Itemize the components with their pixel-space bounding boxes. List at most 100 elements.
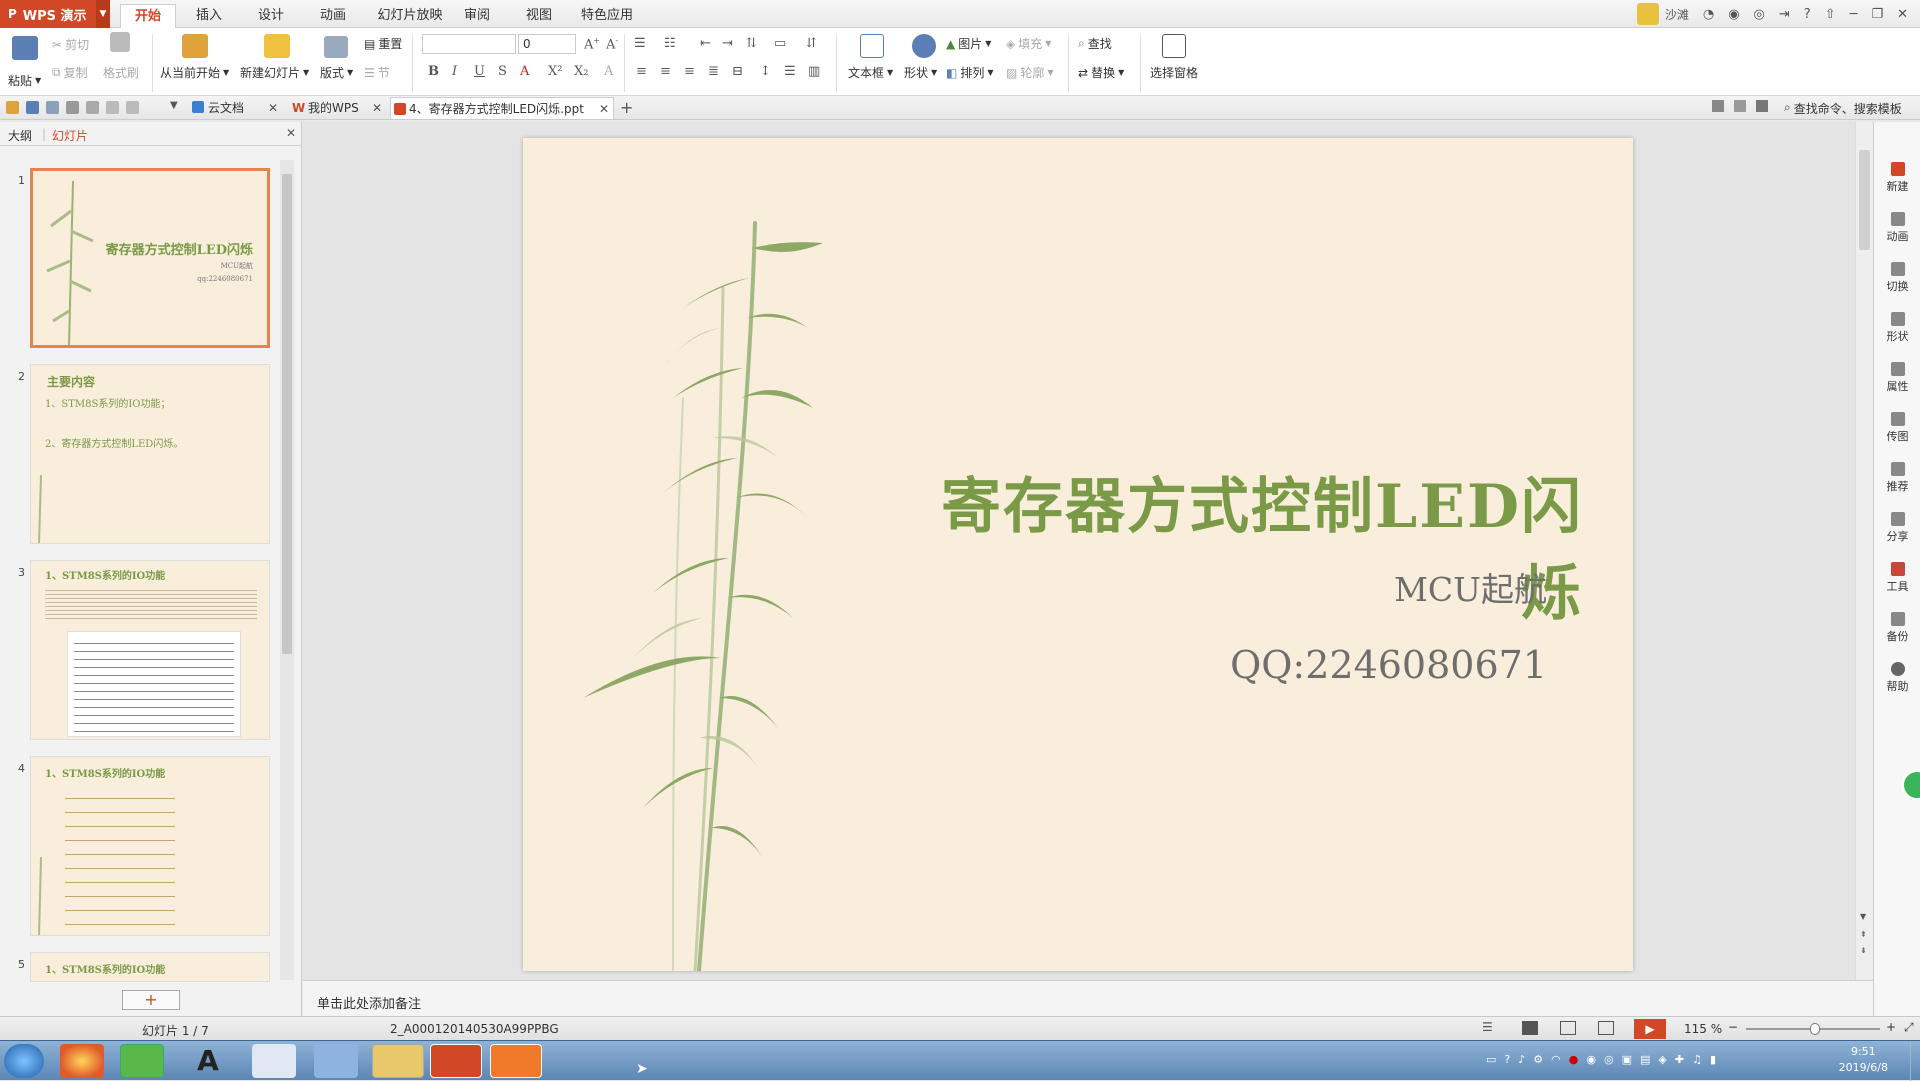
- tab-slideshow[interactable]: 幻灯片放映: [370, 4, 450, 28]
- replace-button[interactable]: ⇄ 替换 ▼: [1078, 64, 1124, 81]
- ribbon-collapse-icon[interactable]: ⇧: [1825, 7, 1836, 22]
- customize-dropdown-icon[interactable]: ▼: [170, 100, 178, 111]
- chevron-down-icon[interactable]: ▼: [96, 0, 110, 28]
- slide-qq[interactable]: QQ:2246080671: [1230, 643, 1547, 687]
- selection-pane-icon[interactable]: [1162, 34, 1186, 58]
- paragraph-spacing-icon[interactable]: ☰: [784, 64, 796, 79]
- taskbar-app-1-icon[interactable]: [60, 1044, 104, 1078]
- taskbar-font-app-icon[interactable]: A: [186, 1044, 230, 1078]
- reading-view-icon[interactable]: [1598, 1021, 1614, 1035]
- tab-review[interactable]: 审阅: [454, 4, 500, 28]
- close-icon[interactable]: ✕: [268, 97, 278, 119]
- textbox-button[interactable]: 文本框 ▼: [848, 64, 893, 81]
- add-slide-button[interactable]: +: [122, 990, 180, 1010]
- save-icon[interactable]: [26, 101, 39, 114]
- prev-slide-icon[interactable]: ⇞: [1860, 930, 1867, 939]
- fit-window-icon[interactable]: ⤢: [1904, 1020, 1914, 1035]
- clock[interactable]: 9:51 2019/6/8: [1839, 1044, 1888, 1076]
- open-icon[interactable]: [6, 101, 19, 114]
- taskbar-bird-app-icon[interactable]: [314, 1044, 358, 1078]
- normal-view-icon[interactable]: [1522, 1021, 1538, 1035]
- tab-animation[interactable]: 动画: [310, 4, 356, 28]
- tab-insert[interactable]: 插入: [186, 4, 232, 28]
- from-current-button[interactable]: 从当前开始 ▼: [160, 64, 229, 81]
- line-spacing-icon[interactable]: ↕: [760, 64, 771, 79]
- scroll-down-icon[interactable]: ▼: [1860, 912, 1866, 921]
- redo-icon[interactable]: [126, 101, 139, 114]
- align-right-icon[interactable]: ≡: [684, 64, 695, 79]
- shadow-icon[interactable]: S: [498, 64, 507, 79]
- right-upload-image-button[interactable]: 传图: [1874, 412, 1920, 444]
- slide-thumbnail-5[interactable]: 1、STM8S系列的IO功能: [30, 952, 270, 982]
- cart-icon[interactable]: [1756, 100, 1768, 112]
- columns-icon[interactable]: ▥: [808, 64, 820, 79]
- superscript-icon[interactable]: X²: [548, 64, 562, 79]
- show-desktop-button[interactable]: [1910, 1041, 1920, 1081]
- preview-icon[interactable]: [86, 101, 99, 114]
- picture-button[interactable]: ▲ 图片 ▼: [946, 35, 991, 52]
- right-animation-button[interactable]: 动画: [1874, 212, 1920, 244]
- bold-icon[interactable]: B: [428, 64, 439, 79]
- right-transition-button[interactable]: 切换: [1874, 262, 1920, 294]
- zoom-slider[interactable]: [1746, 1023, 1880, 1035]
- cut-button[interactable]: ✂ 剪切: [52, 36, 89, 53]
- slide-thumbnail-4[interactable]: 1、STM8S系列的IO功能: [30, 756, 270, 936]
- close-icon[interactable]: ✕: [1897, 7, 1908, 22]
- align-left-icon[interactable]: ≡: [636, 64, 647, 79]
- volume-icon[interactable]: ♫: [1692, 1053, 1702, 1066]
- export-icon[interactable]: [46, 101, 59, 114]
- zoom-level[interactable]: 115 %: [1684, 1022, 1722, 1036]
- textbox-icon[interactable]: [860, 34, 884, 58]
- app-menu-button[interactable]: P WPS 演示 ▼: [0, 0, 110, 28]
- floating-badge-icon[interactable]: [1902, 770, 1920, 800]
- help-tray-icon[interactable]: ?: [1504, 1053, 1510, 1066]
- font-size-select[interactable]: 0: [518, 34, 576, 54]
- cloud-sync-icon[interactable]: ◉: [1728, 7, 1739, 22]
- font-color-icon[interactable]: A: [520, 64, 529, 79]
- copy-button[interactable]: ⧉ 复制: [52, 64, 88, 81]
- close-icon[interactable]: ✕: [599, 98, 609, 120]
- close-icon[interactable]: ✕: [286, 126, 296, 140]
- record-icon[interactable]: ●: [1569, 1053, 1579, 1066]
- layout-icon[interactable]: [324, 36, 348, 58]
- start-button[interactable]: [4, 1044, 44, 1078]
- layout-button[interactable]: 版式 ▼: [320, 64, 353, 81]
- slide-thumbnail-2[interactable]: 主要内容 1、STM8S系列的IO功能； 2、寄存器方式控制LED闪烁。: [30, 364, 270, 544]
- subscript-icon[interactable]: X₂: [574, 64, 588, 79]
- right-backup-button[interactable]: 备份: [1874, 612, 1920, 644]
- play-from-current-icon[interactable]: [182, 34, 208, 58]
- align-center-icon[interactable]: ≡: [660, 64, 671, 79]
- restore-icon[interactable]: ❐: [1871, 7, 1883, 22]
- signal-icon[interactable]: ▮: [1710, 1053, 1716, 1066]
- minimize-icon[interactable]: ─: [1850, 7, 1858, 22]
- play-slideshow-icon[interactable]: ▶: [1634, 1019, 1666, 1039]
- scroll-thumb[interactable]: [282, 174, 292, 654]
- notes-toggle-icon[interactable]: ☰: [1482, 1020, 1493, 1034]
- paste-button[interactable]: 粘贴 ▼: [8, 72, 41, 89]
- settings-tray-icon[interactable]: ⚙: [1533, 1053, 1543, 1066]
- distribute-icon[interactable]: ⊟: [732, 64, 743, 79]
- shield-icon[interactable]: ◈: [1658, 1053, 1666, 1066]
- right-shape-button[interactable]: 形状: [1874, 312, 1920, 344]
- italic-icon[interactable]: I: [452, 64, 457, 79]
- undo-icon[interactable]: [106, 101, 119, 114]
- new-slide-icon[interactable]: [264, 34, 290, 58]
- skin-icon[interactable]: ◔: [1703, 7, 1714, 22]
- font-family-select[interactable]: [422, 34, 516, 54]
- outline-button[interactable]: ▨ 轮廓 ▼: [1006, 64, 1054, 81]
- numbered-list-icon[interactable]: ☷: [664, 36, 676, 51]
- tools-icon[interactable]: [1734, 100, 1746, 112]
- right-help-button[interactable]: 帮助: [1874, 662, 1920, 694]
- mic-icon[interactable]: ♪: [1518, 1053, 1525, 1066]
- update-icon[interactable]: ✚: [1675, 1053, 1684, 1066]
- slide-thumbnail-3[interactable]: 1、STM8S系列的IO功能: [30, 560, 270, 740]
- taskbar-explorer-icon[interactable]: [372, 1044, 424, 1078]
- increase-indent-icon[interactable]: ⇥: [722, 36, 733, 51]
- wifi-icon[interactable]: ◠: [1551, 1053, 1561, 1066]
- tab-features[interactable]: 特色应用: [574, 4, 640, 28]
- taskbar-calculator-icon[interactable]: [252, 1044, 296, 1078]
- right-tools-button[interactable]: 工具: [1874, 562, 1920, 594]
- scroll-thumb[interactable]: [1859, 150, 1870, 250]
- print-icon[interactable]: [66, 101, 79, 114]
- taskbar-wps-slide-icon[interactable]: [490, 1044, 542, 1078]
